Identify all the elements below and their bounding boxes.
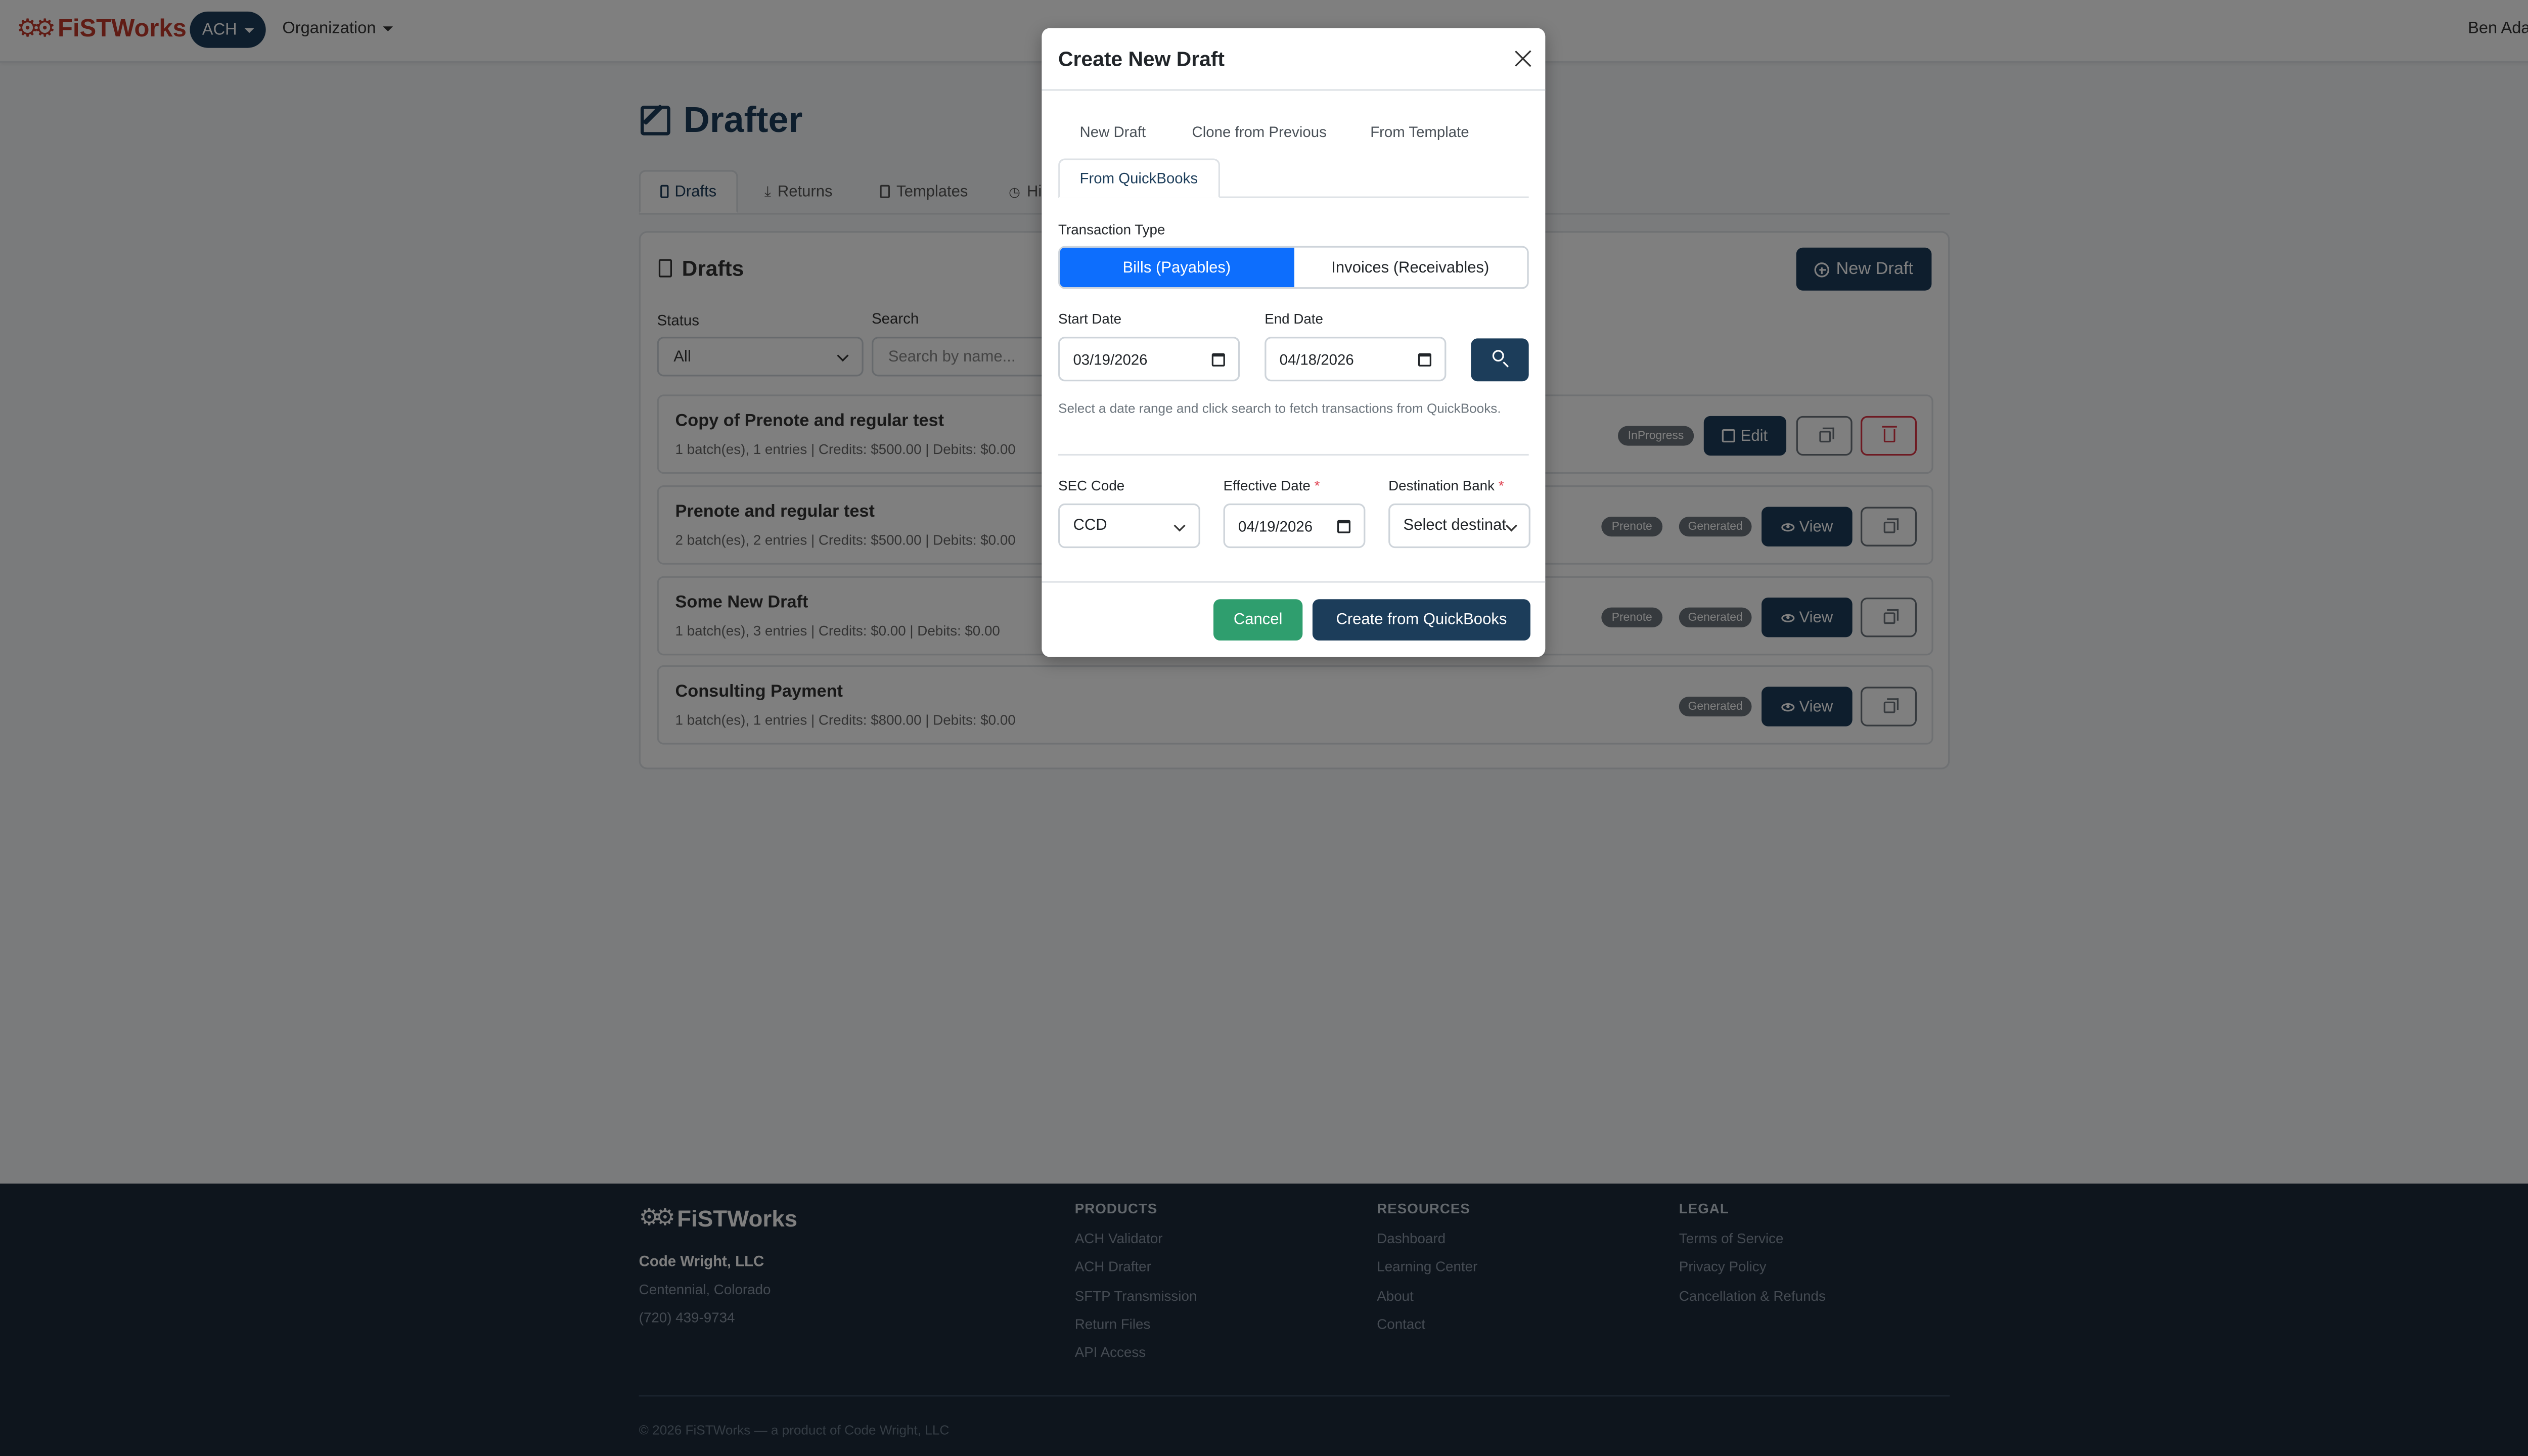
effective-date-label: Effective Date * [1224,477,1320,494]
sec-code-select[interactable]: CCD [1058,503,1200,549]
search-icon [1492,350,1504,362]
modal-footer-divider [1042,581,1546,583]
destination-bank-placeholder: Select destinat [1403,517,1507,535]
transaction-type-label: Transaction Type [1058,221,1165,238]
required-asterisk: * [1314,477,1320,494]
tab-from-template[interactable]: From Template [1370,124,1469,141]
chevron-down-icon [1505,520,1517,532]
date-range-help-text: Select a date range and click search to … [1058,401,1501,416]
calendar-icon[interactable] [1337,520,1351,533]
create-draft-modal: Create New Draft New Draft Clone from Pr… [1042,28,1546,657]
start-date-value: 03/19/2026 [1073,350,1148,368]
tab-new-draft[interactable]: New Draft [1080,124,1146,141]
start-date-label: Start Date [1058,310,1122,327]
modal-section-divider [1058,453,1529,456]
start-date-input[interactable]: 03/19/2026 [1058,337,1240,382]
modal-header: Create New Draft [1042,28,1546,91]
invoices-receivables-option[interactable]: Invoices (Receivables) [1293,248,1527,287]
end-date-value: 04/18/2026 [1279,350,1354,368]
tab-clone-from-previous[interactable]: Clone from Previous [1192,124,1327,141]
chevron-down-icon [1173,520,1186,532]
calendar-icon[interactable] [1418,353,1432,367]
transaction-type-toggle: Bills (Payables) Invoices (Receivables) [1058,246,1529,289]
destination-bank-select[interactable]: Select destinat [1388,503,1530,549]
destination-bank-label-text: Destination Bank [1388,477,1495,494]
create-from-quickbooks-button[interactable]: Create from QuickBooks [1312,599,1530,641]
destination-bank-label: Destination Bank * [1388,477,1504,494]
effective-date-value: 04/19/2026 [1238,517,1313,534]
modal-title: Create New Draft [1058,48,1225,71]
end-date-input[interactable]: 04/18/2026 [1265,337,1447,382]
tab-from-quickbooks[interactable]: From QuickBooks [1058,158,1220,198]
end-date-label: End Date [1265,310,1323,327]
calendar-icon[interactable] [1211,353,1225,367]
effective-date-label-text: Effective Date [1223,477,1311,494]
cancel-button[interactable]: Cancel [1213,599,1303,641]
search-transactions-button[interactable] [1471,338,1529,382]
sec-code-label: SEC Code [1058,477,1125,494]
effective-date-input[interactable]: 04/19/2026 [1223,503,1366,549]
close-icon[interactable] [1514,50,1532,68]
required-asterisk: * [1498,477,1504,494]
sec-code-value: CCD [1073,517,1107,535]
bills-payables-option[interactable]: Bills (Payables) [1060,247,1294,288]
